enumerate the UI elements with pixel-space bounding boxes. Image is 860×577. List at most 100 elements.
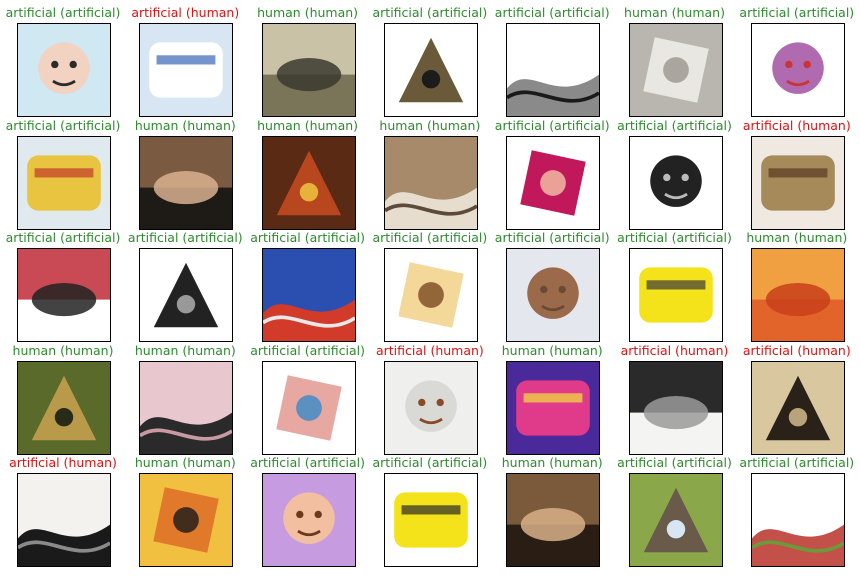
- thumbnail-art: [629, 136, 722, 229]
- thumbnail-art: [384, 249, 477, 341]
- results-grid: artificial (artificial) artificial (human…: [0, 0, 860, 577]
- result-cell: human (human): [491, 343, 613, 455]
- thumbnail-art: [140, 249, 233, 341]
- result-cell: artificial (artificial): [369, 230, 491, 342]
- thumbnail-art: [384, 136, 477, 229]
- thumbnail-image: [628, 135, 723, 230]
- thumbnail-image: [628, 23, 723, 117]
- thumbnail-image: [750, 360, 845, 455]
- prediction-label: artificial (human): [742, 117, 851, 133]
- thumbnail-art: [751, 24, 844, 116]
- thumbnail-image: [139, 360, 234, 455]
- thumbnail-art: [751, 474, 844, 566]
- result-cell: artificial (artificial): [491, 118, 613, 230]
- result-cell: artificial (artificial): [736, 455, 858, 567]
- thumbnail-art: [262, 24, 355, 116]
- thumbnail-art: [262, 474, 355, 566]
- thumbnail-art: [384, 24, 477, 116]
- thumbnail-image: [628, 473, 723, 567]
- result-cell: human (human): [369, 118, 491, 230]
- thumbnail-image: [506, 360, 601, 455]
- result-cell: human (human): [491, 455, 613, 567]
- thumbnail-image: [506, 135, 601, 230]
- result-cell: artificial (artificial): [2, 118, 124, 230]
- result-cell: artificial (artificial): [491, 5, 613, 117]
- thumbnail-image: [261, 135, 356, 230]
- thumbnail-art: [629, 361, 722, 454]
- result-cell: artificial (human): [369, 343, 491, 455]
- thumbnail-art: [140, 474, 233, 566]
- result-cell: artificial (artificial): [369, 455, 491, 567]
- result-cell: human (human): [124, 343, 246, 455]
- thumbnail-art: [140, 24, 233, 116]
- thumbnail-image: [17, 473, 111, 567]
- result-cell: human (human): [124, 455, 246, 567]
- prediction-label: artificial (artificial): [739, 455, 855, 470]
- thumbnail-image: [17, 23, 111, 117]
- thumbnail-image: [261, 360, 356, 455]
- thumbnail-image: [383, 360, 478, 455]
- thumbnail-art: [751, 361, 844, 454]
- thumbnail-image: [750, 248, 845, 342]
- thumbnail-art: [18, 136, 110, 229]
- result-cell: human (human): [124, 118, 246, 230]
- result-cell: artificial (artificial): [614, 455, 736, 567]
- result-cell: artificial (artificial): [369, 5, 491, 117]
- result-cell: human (human): [247, 5, 369, 117]
- thumbnail-art: [18, 361, 110, 454]
- thumbnail-image: [261, 473, 356, 567]
- thumbnail-image: [628, 248, 723, 342]
- thumbnail-art: [507, 24, 600, 116]
- result-cell: artificial (human): [124, 5, 246, 117]
- result-cell: human (human): [2, 343, 124, 455]
- thumbnail-image: [750, 23, 845, 117]
- thumbnail-art: [262, 136, 355, 229]
- thumbnail-art: [262, 361, 355, 454]
- thumbnail-art: [18, 474, 110, 566]
- thumbnail-art: [629, 24, 722, 116]
- thumbnail-image: [139, 23, 234, 117]
- thumbnail-art: [507, 249, 600, 341]
- thumbnail-image: [506, 23, 601, 117]
- result-cell: artificial (artificial): [736, 5, 858, 117]
- result-cell: artificial (human): [736, 343, 858, 455]
- thumbnail-art: [751, 136, 844, 229]
- result-cell: artificial (artificial): [247, 230, 369, 342]
- thumbnail-image: [139, 473, 234, 567]
- thumbnail-image: [17, 248, 111, 342]
- thumbnail-image: [17, 135, 111, 230]
- thumbnail-art: [507, 474, 600, 566]
- thumbnail-art: [18, 24, 110, 116]
- result-cell: artificial (artificial): [2, 5, 124, 117]
- thumbnail-art: [140, 361, 233, 454]
- thumbnail-image: [139, 135, 234, 230]
- thumbnail-art: [18, 249, 110, 341]
- result-cell: artificial (artificial): [2, 230, 124, 342]
- result-cell: human (human): [736, 230, 858, 342]
- thumbnail-image: [383, 135, 478, 230]
- thumbnail-image: [628, 360, 723, 455]
- thumbnail-image: [261, 23, 356, 117]
- thumbnail-art: [384, 474, 477, 566]
- prediction-label: human (human): [746, 230, 848, 245]
- thumbnail-image: [383, 248, 478, 342]
- thumbnail-image: [383, 23, 478, 117]
- thumbnail-image: [506, 248, 601, 342]
- thumbnail-image: [506, 473, 601, 567]
- result-cell: artificial (artificial): [614, 230, 736, 342]
- thumbnail-art: [751, 249, 844, 341]
- result-cell: artificial (artificial): [247, 343, 369, 455]
- thumbnail-image: [750, 135, 845, 230]
- thumbnail-image: [139, 248, 234, 342]
- result-cell: artificial (artificial): [247, 455, 369, 567]
- thumbnail-image: [17, 360, 111, 455]
- thumbnail-image: [261, 248, 356, 342]
- result-cell: artificial (human): [2, 455, 124, 567]
- thumbnail-art: [507, 136, 600, 229]
- thumbnail-image: [750, 473, 845, 567]
- thumbnail-art: [629, 249, 722, 341]
- thumbnail-art: [507, 361, 600, 454]
- result-cell: artificial (artificial): [124, 230, 246, 342]
- thumbnail-art: [384, 361, 477, 454]
- result-cell: human (human): [247, 118, 369, 230]
